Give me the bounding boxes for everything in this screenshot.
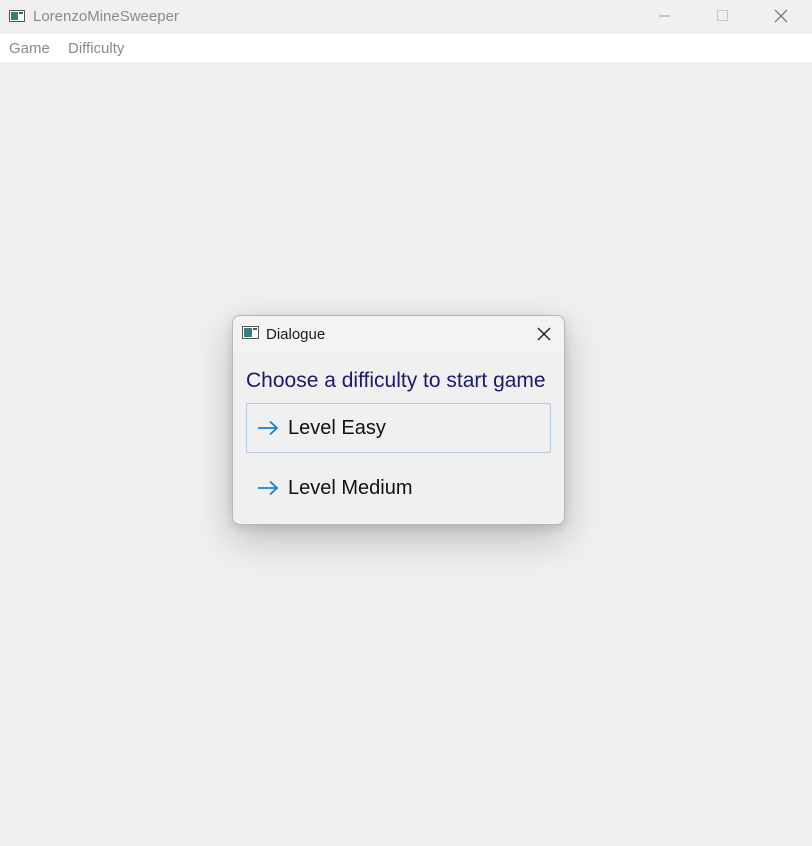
- window-titlebar[interactable]: LorenzoMineSweeper: [0, 0, 812, 34]
- level-easy-button[interactable]: Level Easy: [246, 403, 551, 453]
- app-window-icon: [9, 10, 25, 22]
- close-icon: [774, 9, 788, 23]
- menu-difficulty[interactable]: Difficulty: [68, 40, 124, 57]
- close-button[interactable]: [752, 0, 810, 32]
- minimize-button[interactable]: [636, 0, 694, 32]
- dialog-title: Dialogue: [266, 326, 326, 343]
- app-window-icon: [242, 326, 259, 339]
- maximize-button[interactable]: [694, 0, 752, 32]
- window-title: LorenzoMineSweeper: [33, 8, 179, 25]
- arrow-right-icon: [258, 420, 279, 436]
- dialog-close-button[interactable]: [526, 320, 562, 348]
- level-medium-button[interactable]: Level Medium: [246, 463, 551, 513]
- arrow-right-icon: [258, 480, 279, 496]
- dialog-titlebar[interactable]: Dialogue: [233, 316, 564, 352]
- level-easy-label: Level Easy: [288, 417, 386, 439]
- menu-game[interactable]: Game: [9, 40, 50, 57]
- menubar: Game Difficulty: [0, 34, 812, 62]
- dialog-instruction: Choose a difficulty to start game: [246, 369, 546, 392]
- maximize-icon: [717, 10, 728, 21]
- close-icon: [537, 327, 551, 341]
- minimize-icon: [659, 15, 670, 17]
- level-medium-label: Level Medium: [288, 477, 413, 499]
- difficulty-dialog: Dialogue Choose a difficulty to start ga…: [232, 315, 565, 525]
